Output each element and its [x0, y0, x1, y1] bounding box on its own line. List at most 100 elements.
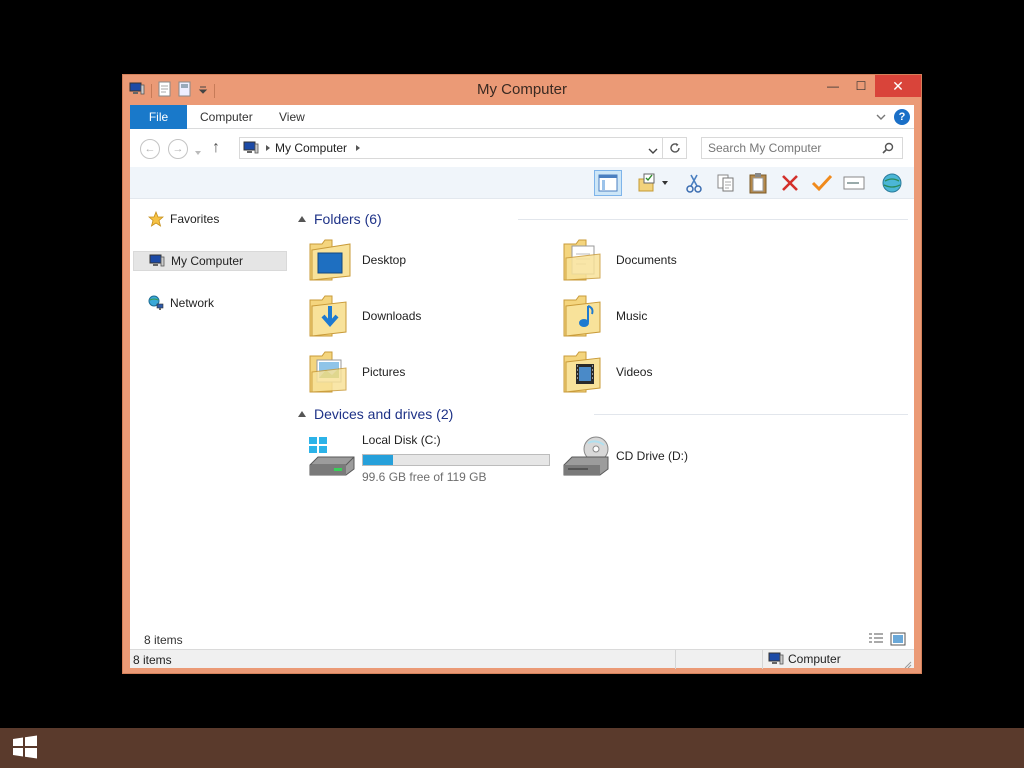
- properties-globe-icon[interactable]: [878, 170, 906, 196]
- computer-icon: [149, 254, 165, 268]
- view-switcher: [868, 632, 906, 649]
- resize-grip-icon[interactable]: [904, 658, 912, 669]
- folder-name: Desktop: [362, 253, 407, 267]
- status-bar: 8 items Computer: [130, 649, 914, 669]
- cd-drive-icon: [562, 435, 612, 482]
- sidebar-item-favorites[interactable]: Favorites: [133, 209, 287, 229]
- check-icon[interactable]: [808, 170, 836, 196]
- breadcrumb-my-computer[interactable]: My Computer: [275, 141, 347, 155]
- drive-usage-bar: [362, 454, 550, 466]
- desktop-folder-icon: [308, 236, 352, 285]
- ribbon-right-controls: ?: [876, 109, 910, 125]
- folder-name: Downloads: [362, 309, 422, 323]
- group-divider: [518, 219, 908, 220]
- help-icon[interactable]: ?: [894, 109, 910, 125]
- folder-item-downloads[interactable]: Downloads: [308, 291, 538, 341]
- command-toolbar: [130, 167, 914, 199]
- folder-name: Pictures: [362, 365, 406, 379]
- collapse-triangle-icon[interactable]: [298, 216, 306, 222]
- forward-button[interactable]: →: [168, 139, 188, 159]
- folder-name: Documents: [616, 253, 677, 267]
- folder-item-pictures[interactable]: Pictures: [308, 347, 538, 397]
- address-dropdown-icon[interactable]: [648, 144, 658, 158]
- windows-logo-icon: [12, 735, 38, 762]
- star-icon: [148, 211, 164, 227]
- window-controls: — ☐ ✕: [819, 75, 921, 97]
- items-footer: 8 items: [130, 629, 914, 649]
- copy-icon[interactable]: [712, 170, 740, 196]
- hard-disk-icon: [308, 435, 358, 482]
- refresh-icon[interactable]: [662, 138, 686, 158]
- rename-icon[interactable]: [840, 170, 868, 196]
- folders-group-header[interactable]: Folders (6): [298, 209, 382, 229]
- desktop: My Computer — ☐ ✕ File Computer View ? ←…: [0, 0, 1024, 728]
- search-icon[interactable]: [882, 142, 894, 157]
- group-divider: [594, 414, 908, 415]
- start-button[interactable]: [8, 734, 42, 762]
- window-title: My Computer: [476, 81, 568, 98]
- group-header-label: Devices and drives (2): [314, 406, 454, 422]
- drive-item-d[interactable]: CD Drive (D:): [562, 433, 762, 483]
- window-client: File Computer View ? ← → ↑ My Computer S…: [130, 105, 914, 669]
- recent-locations-icon[interactable]: [194, 145, 202, 159]
- computer-icon: [243, 141, 259, 155]
- sidebar-item-label: My Computer: [171, 254, 244, 268]
- title-bar[interactable]: My Computer — ☐ ✕: [123, 75, 921, 105]
- tab-file[interactable]: File: [130, 105, 187, 129]
- expand-ribbon-icon[interactable]: [876, 110, 886, 124]
- drive-name: CD Drive (D:): [616, 449, 688, 463]
- minimize-button[interactable]: —: [819, 75, 847, 97]
- breadcrumb-chevron-icon[interactable]: [265, 141, 271, 155]
- drive-free-space: 99.6 GB free of 119 GB: [362, 470, 487, 484]
- sidebar-item-network[interactable]: Network: [133, 293, 287, 313]
- status-separator: [762, 650, 763, 669]
- preview-pane-icon[interactable]: [594, 170, 622, 196]
- folder-name: Videos: [616, 365, 653, 379]
- maximize-button[interactable]: ☐: [847, 75, 875, 97]
- navigation-bar: ← → ↑ My Computer: [130, 129, 914, 167]
- delete-icon[interactable]: [776, 170, 804, 196]
- status-separator: [675, 650, 676, 669]
- computer-icon: [768, 652, 784, 666]
- status-item-count: 8 items: [133, 653, 172, 667]
- up-button[interactable]: ↑: [212, 139, 220, 157]
- item-count: 8 items: [144, 633, 183, 647]
- content-pane: Folders (6) Desktop Documents Downloads …: [290, 199, 914, 629]
- taskbar: [0, 728, 1024, 768]
- drive-name: Local Disk (C:): [362, 433, 441, 447]
- address-bar[interactable]: My Computer: [239, 137, 687, 159]
- search-box: [701, 137, 903, 159]
- videos-folder-icon: [562, 348, 606, 397]
- close-button[interactable]: ✕: [875, 75, 921, 97]
- downloads-folder-icon: [308, 292, 352, 341]
- cut-icon[interactable]: [680, 170, 708, 196]
- folder-name: Music: [616, 309, 648, 323]
- select-dropdown-icon[interactable]: [658, 170, 672, 196]
- sidebar-item-label: Network: [170, 296, 215, 310]
- breadcrumb-chevron-icon[interactable]: [355, 141, 361, 155]
- search-input[interactable]: [708, 141, 873, 155]
- sidebar-item-label: Favorites: [170, 212, 220, 226]
- explorer-window: My Computer — ☐ ✕ File Computer View ? ←…: [122, 74, 922, 674]
- tab-computer[interactable]: Computer: [200, 105, 253, 129]
- network-icon: [148, 295, 164, 311]
- drive-usage-fill: [363, 455, 394, 465]
- paste-icon[interactable]: [744, 170, 772, 196]
- drive-item-c[interactable]: Local Disk (C:) 99.6 GB free of 119 GB: [308, 433, 558, 484]
- details-view-icon[interactable]: [868, 632, 884, 649]
- sidebar-item-my-computer[interactable]: My Computer: [133, 251, 287, 271]
- ribbon-tabs: File Computer View ?: [130, 105, 914, 129]
- folder-item-desktop[interactable]: Desktop: [308, 235, 538, 285]
- folder-item-videos[interactable]: Videos: [562, 347, 792, 397]
- large-icons-view-icon[interactable]: [890, 632, 906, 649]
- collapse-triangle-icon[interactable]: [298, 411, 306, 417]
- folder-item-documents[interactable]: Documents: [562, 235, 792, 285]
- tab-view[interactable]: View: [279, 105, 305, 129]
- devices-group-header[interactable]: Devices and drives (2): [298, 404, 453, 424]
- music-folder-icon: [562, 292, 606, 341]
- back-button[interactable]: ←: [140, 139, 160, 159]
- navigation-pane: Favorites My Computer Network: [130, 199, 290, 629]
- folder-item-music[interactable]: Music: [562, 291, 792, 341]
- status-location: Computer: [768, 652, 841, 666]
- status-location-label: Computer: [788, 652, 841, 666]
